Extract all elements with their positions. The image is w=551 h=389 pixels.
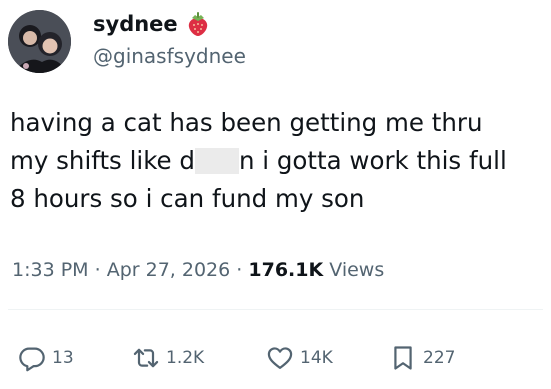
reply-count: 13 <box>52 348 74 368</box>
meta-separator: · <box>236 259 243 281</box>
views-label: Views <box>329 259 385 281</box>
views-count[interactable]: 176.1K <box>248 259 323 281</box>
tweet-text-segment: n i gotta work this full <box>238 146 507 175</box>
tweet-line: having a cat has been getting me thru <box>10 104 550 142</box>
tweet-text-segment: having a cat has been getting me thru <box>10 108 483 137</box>
tweet-line: my shifts like d n i gotta work this full <box>10 142 550 180</box>
tweet-date[interactable]: Apr 27, 2026 <box>107 259 231 281</box>
bookmark-icon <box>389 344 417 372</box>
divider <box>8 309 543 310</box>
repost-button[interactable]: 1.2K <box>132 340 204 376</box>
reply-button[interactable]: 13 <box>18 340 74 376</box>
tweet-text-segment: 8 hours so i can fund my son <box>10 184 365 213</box>
avatar-photo <box>8 10 71 73</box>
tweet-line: 8 hours so i can fund my son <box>10 180 550 218</box>
heart-icon <box>266 344 294 372</box>
like-count: 14K <box>300 348 333 368</box>
strawberry-icon <box>184 10 212 38</box>
reply-icon <box>18 344 46 372</box>
tweet-text: having a cat has been getting me thru my… <box>10 104 550 218</box>
display-name-text: sydnee <box>93 12 178 36</box>
action-bar: 13 1.2K 14K 227 <box>0 340 551 376</box>
repost-count: 1.2K <box>166 348 205 368</box>
tweet-time[interactable]: 1:33 PM <box>12 259 89 281</box>
repost-icon <box>132 344 160 372</box>
tweet-text-segment: my shifts like d <box>10 146 195 175</box>
bookmark-count: 227 <box>423 348 456 368</box>
display-name[interactable]: sydnee <box>93 10 212 38</box>
meta-separator: · <box>94 259 101 281</box>
avatar[interactable] <box>8 10 71 73</box>
tweet-meta: 1:33 PM · Apr 27, 2026 · 176.1K Views <box>12 257 384 283</box>
redaction-block <box>194 148 239 174</box>
user-handle[interactable]: @ginasfsydnee <box>93 43 246 69</box>
like-button[interactable]: 14K <box>266 340 333 376</box>
bookmark-button[interactable]: 227 <box>389 340 455 376</box>
